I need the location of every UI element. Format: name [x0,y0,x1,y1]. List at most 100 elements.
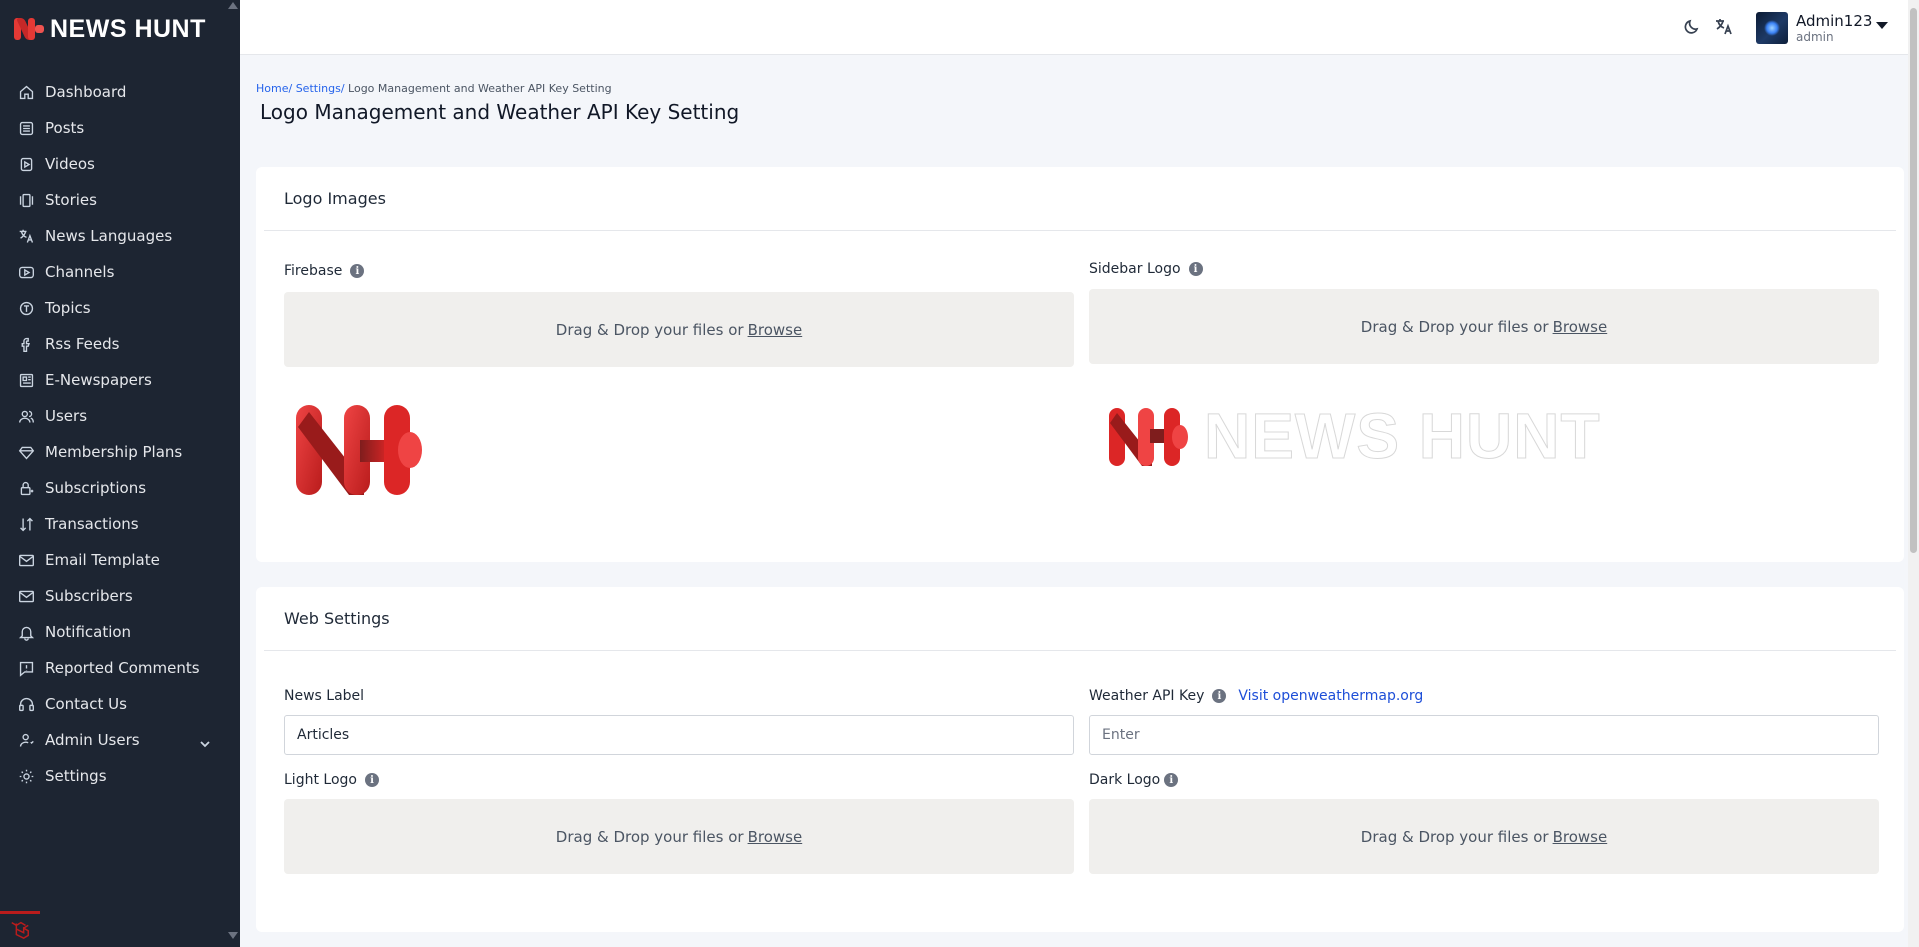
dark-logo-dropzone[interactable]: Drag & Drop your files or Browse [1089,799,1879,874]
sidebar: NEWS HUNT Dashboard Posts Videos Stories… [0,0,240,947]
browse-link[interactable]: Browse [748,321,803,339]
info-icon[interactable]: i [1188,262,1203,276]
user-menu[interactable]: Admin123 admin [1756,11,1872,45]
weather-api-key-label: Weather API Key i Visit openweathermap.o… [1089,688,1423,704]
channel-icon [18,264,35,281]
sidebar-item-notification[interactable]: Notification [0,614,240,650]
weather-api-key-input[interactable] [1089,715,1879,755]
diamond-icon [18,444,35,461]
info-icon[interactable]: i [364,773,379,787]
sidebar-item-transactions[interactable]: Transactions [0,506,240,542]
browse-link[interactable]: Browse [1553,828,1608,846]
sidebar-scroll-down[interactable] [228,932,238,939]
breadcrumb: Home/ Settings/ Logo Management and Weat… [256,82,612,95]
sidebar-item-videos[interactable]: Videos [0,146,240,182]
sidebar-item-channels[interactable]: Channels [0,254,240,290]
sidebar-item-topics[interactable]: Topics [0,290,240,326]
light-logo-dropzone[interactable]: Drag & Drop your files or Browse [284,799,1074,874]
sidebar-item-label: Transactions [45,515,139,533]
user-role: admin [1796,29,1834,44]
lock-icon [18,480,35,497]
gear-icon [18,768,35,785]
browse-link[interactable]: Browse [1553,318,1608,336]
sidebar-item-dashboard[interactable]: Dashboard [0,74,240,110]
debug-bar-toggle[interactable] [0,911,40,947]
sidebar-item-label: Rss Feeds [45,335,120,353]
sidebar-item-rss-feeds[interactable]: Rss Feeds [0,326,240,362]
translate-icon [18,228,35,245]
headset-icon [18,696,35,713]
dark-logo-label: Dark Logo i [1089,772,1179,788]
info-icon[interactable]: i [1212,689,1227,703]
info-icon[interactable]: i [350,264,365,278]
sidebar-item-email-template[interactable]: Email Template [0,542,240,578]
newspaper-icon [18,372,35,389]
sidebar-item-settings[interactable]: Settings [0,758,240,794]
sidebar-item-label: Videos [45,155,95,173]
firebase-label: Firebase i [284,263,365,279]
scrollbar-thumb[interactable] [1910,8,1917,553]
info-icon[interactable]: i [1164,773,1179,787]
list-icon [18,120,35,137]
firebase-logo-preview [294,402,424,497]
sidebar-item-reported-comments[interactable]: Reported Comments [0,650,240,686]
sidebar-item-label: Reported Comments [45,659,200,677]
breadcrumb-current: Logo Management and Weather API Key Sett… [344,82,612,95]
sidebar-item-stories[interactable]: Stories [0,182,240,218]
card-title: Logo Images [264,167,1896,231]
breadcrumb-settings[interactable]: Settings/ [292,82,345,95]
sidebar-item-admin-users[interactable]: Admin Users [0,722,240,758]
dropzone-text: Drag & Drop your files or [1360,317,1549,336]
sidebar-item-label: News Languages [45,227,173,245]
sidebar-item-label: E-Newspapers [45,371,152,389]
breadcrumb-home[interactable]: Home/ [256,82,292,95]
sidebar-item-label: Channels [45,263,115,281]
sidebar-item-label: Notification [45,623,132,641]
main-scrollbar[interactable] [1908,0,1919,947]
sidebar-item-membership-plans[interactable]: Membership Plans [0,434,240,470]
sidebar-item-label: Settings [45,767,107,785]
sidebar-item-label: Subscribers [45,587,133,605]
firebase-label-text: Firebase [284,263,343,279]
brand[interactable]: NEWS HUNT [0,0,240,58]
card-title: Web Settings [264,587,1896,651]
avatar[interactable] [1756,12,1788,44]
sidebar-item-label: Stories [45,191,97,209]
sidebar-logo-text: NEWS HUNT [1204,400,1601,473]
sidebar-item-users[interactable]: Users [0,398,240,434]
sidebar-item-posts[interactable]: Posts [0,110,240,146]
sidebar-item-contact-us[interactable]: Contact Us [0,686,240,722]
home-icon [18,84,35,101]
browse-link[interactable]: Browse [748,828,803,846]
caret-down-icon[interactable] [1876,22,1888,29]
sidebar-item-label: Contact Us [45,695,127,713]
firebase-dropzone[interactable]: Drag & Drop your files or Browse [284,292,1074,367]
translate-icon[interactable] [1714,17,1734,37]
sidebar-item-label: Users [45,407,88,425]
users-icon [18,408,35,425]
dropzone-text: Drag & Drop your files or [555,320,744,339]
dropzone-text: Drag & Drop your files or [1360,827,1549,846]
sidebar-item-e-newspapers[interactable]: E-Newspapers [0,362,240,398]
video-icon [18,156,35,173]
sidebar-item-news-languages[interactable]: News Languages [0,218,240,254]
sidebar-item-label: Subscriptions [45,479,147,497]
openweathermap-link[interactable]: Visit openweathermap.org [1238,688,1423,704]
sidebar-item-label: Membership Plans [45,443,183,461]
sidebar-logo-label-text: Sidebar Logo [1089,261,1181,277]
light-logo-label-text: Light Logo [284,772,357,788]
weather-api-key-label-text: Weather API Key [1089,688,1205,704]
sidebar-logo-preview: NEWS HUNT [1108,400,1601,473]
nh-logo-icon [1109,408,1188,466]
sidebar-item-subscriptions[interactable]: Subscriptions [0,470,240,506]
light-logo-label: Light Logo i [284,772,379,788]
sidebar-scroll-up[interactable] [228,2,238,9]
moon-icon[interactable] [1682,17,1702,37]
sidebar-item-subscribers[interactable]: Subscribers [0,578,240,614]
sidebar-logo-dropzone[interactable]: Drag & Drop your files or Browse [1089,289,1879,364]
chevron-down-icon[interactable] [200,735,210,753]
topbar: Admin123 admin [240,0,1908,55]
sidebar-logo-label: Sidebar Logo i [1089,261,1203,277]
user-info: Admin123 admin [1796,12,1872,44]
news-label-input[interactable] [284,715,1074,755]
